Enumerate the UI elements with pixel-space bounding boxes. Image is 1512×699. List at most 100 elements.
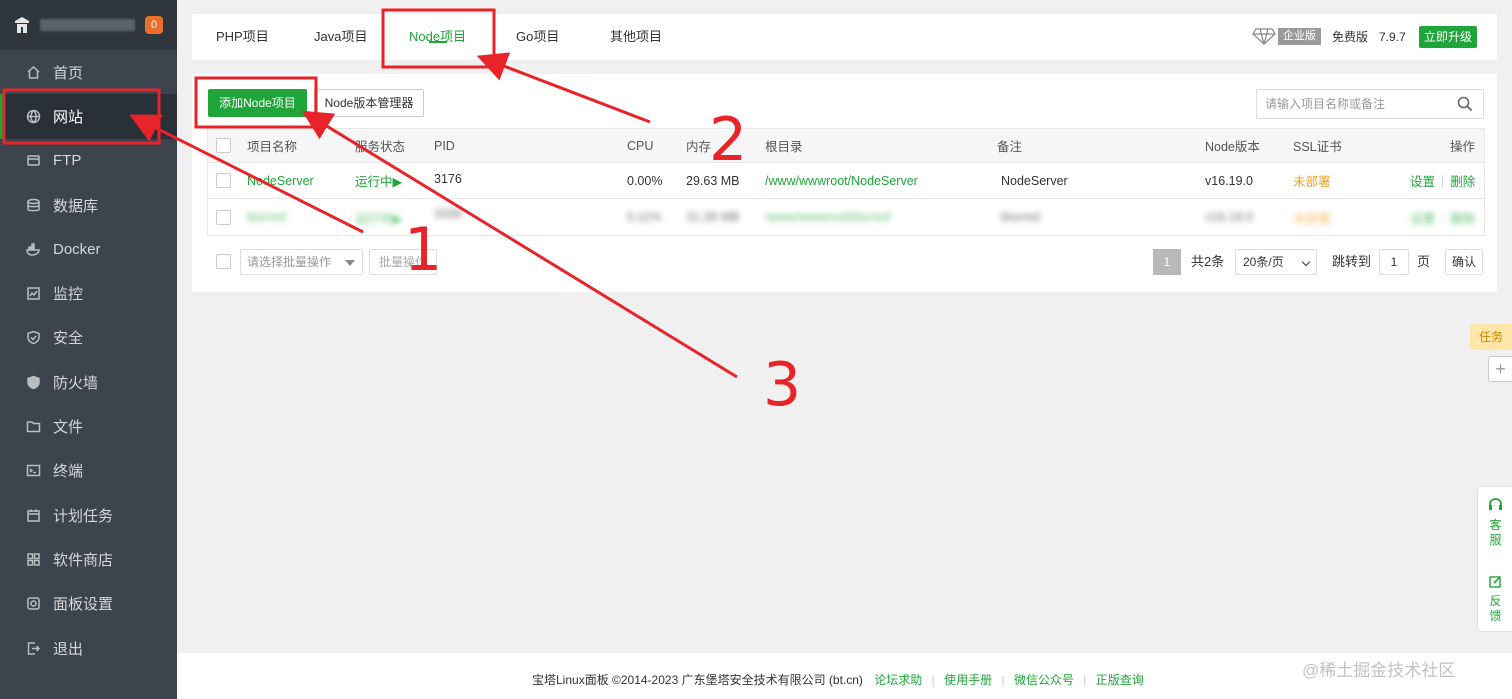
- row-checkbox[interactable]: [216, 209, 231, 225]
- pid-value: 3176: [434, 172, 462, 186]
- copyright-text: 宝塔Linux面板 ©2014-2023 广东堡塔安全技术有限公司 (bt.cn…: [532, 673, 863, 687]
- logout-icon: [26, 641, 41, 656]
- feedback-button[interactable]: 反 馈: [1478, 594, 1512, 624]
- col-name[interactable]: 项目名称: [247, 129, 297, 162]
- page-current[interactable]: 1: [1153, 249, 1181, 275]
- wechat-link[interactable]: 微信公众号: [1014, 673, 1074, 687]
- jump-confirm-button[interactable]: 确认: [1445, 249, 1483, 275]
- delete-link[interactable]: 删除: [1450, 171, 1475, 190]
- globe-icon: [26, 109, 41, 124]
- customer-service-button[interactable]: 客 服: [1478, 518, 1512, 548]
- sidebar-item-label: 计划任务: [53, 507, 114, 525]
- pid-value: 3339: [434, 207, 462, 221]
- action-separator: |: [1441, 210, 1445, 224]
- monitor-icon: [26, 286, 41, 301]
- batch-operation-select[interactable]: 请选择批量操作: [240, 249, 363, 275]
- settings-link[interactable]: 设置: [1410, 208, 1435, 227]
- support-widget: 客 服 反 馈: [1477, 486, 1512, 632]
- firewall-icon: [26, 375, 41, 390]
- headset-icon: [1489, 498, 1502, 510]
- ssl-status[interactable]: 未部署: [1293, 163, 1331, 198]
- note-value[interactable]: NodeServer: [1001, 163, 1068, 198]
- add-node-project-button[interactable]: 添加Node项目: [208, 89, 307, 117]
- total-count: 共2条: [1191, 254, 1225, 269]
- forum-link[interactable]: 论坛求助: [874, 673, 922, 687]
- docker-icon: [26, 242, 41, 257]
- batch-select-checkbox[interactable]: [216, 254, 231, 269]
- enterprise-badge[interactable]: 企业版: [1252, 27, 1321, 45]
- sidebar-item-label: 安全: [53, 330, 84, 348]
- root-dir-link[interactable]: /www/wwwroot/blurred: [765, 199, 890, 235]
- sidebar-item-website[interactable]: 网站: [0, 94, 177, 139]
- per-page-select[interactable]: 20条/页: [1235, 249, 1317, 275]
- sidebar-item-home[interactable]: 首页: [0, 50, 177, 94]
- terminal-icon: [26, 463, 41, 478]
- manual-link[interactable]: 使用手册: [944, 673, 992, 687]
- tab-other[interactable]: 其他项目: [610, 14, 662, 60]
- action-separator: |: [1441, 173, 1445, 188]
- sidebar-item-terminal[interactable]: 终端: [0, 449, 177, 493]
- search-box: [1256, 89, 1484, 119]
- feedback-icon: [1489, 576, 1501, 588]
- page-unit-label: 页: [1417, 254, 1431, 269]
- sidebar-item-label: 面板设置: [53, 596, 114, 614]
- free-edition-label: 免费版: [1332, 30, 1369, 44]
- cpu-value: 0.00%: [627, 173, 663, 188]
- tab-node[interactable]: Node项目: [409, 14, 466, 60]
- upgrade-button[interactable]: 立即升级: [1419, 26, 1477, 48]
- project-name-link[interactable]: NodeServer: [247, 163, 314, 198]
- status-running[interactable]: 运行中▶: [355, 199, 402, 235]
- settings-icon: [26, 596, 41, 611]
- tab-php[interactable]: PHP项目: [216, 14, 269, 60]
- task-tab[interactable]: 任务: [1470, 324, 1512, 350]
- bt-logo-icon: [15, 17, 29, 33]
- license-check-link[interactable]: 正版查询: [1096, 673, 1144, 687]
- col-memory: 内存: [686, 140, 712, 154]
- sidebar-item-logout[interactable]: 退出: [0, 626, 177, 670]
- select-all-checkbox[interactable]: [216, 138, 231, 153]
- sidebar-item-appstore[interactable]: 软件商店: [0, 537, 177, 581]
- sidebar-item-label: 监控: [53, 286, 84, 304]
- tab-go[interactable]: Go项目: [516, 14, 559, 60]
- add-task-icon[interactable]: +: [1488, 356, 1512, 382]
- col-ssl: SSL证书: [1293, 140, 1342, 154]
- sidebar-item-firewall[interactable]: 防火墙: [0, 360, 177, 404]
- batch-operation-button[interactable]: 批量操作: [369, 249, 437, 275]
- tab-java[interactable]: Java项目: [314, 14, 367, 60]
- note-value[interactable]: blurred: [1001, 199, 1040, 235]
- root-dir-link[interactable]: /www/wwwroot/NodeServer: [765, 163, 918, 198]
- node-version-value: v16.19.0: [1205, 210, 1253, 224]
- database-icon: [26, 198, 41, 213]
- sidebar-item-ftp[interactable]: FTP: [0, 139, 177, 183]
- server-ip-blurred: [40, 19, 135, 31]
- col-pid: PID: [434, 138, 455, 153]
- node-version-value: v16.19.0: [1205, 173, 1253, 188]
- sidebar-item-security[interactable]: 安全: [0, 316, 177, 360]
- sidebar-item-monitor[interactable]: 监控: [0, 271, 177, 315]
- col-cpu: CPU: [627, 138, 654, 153]
- settings-link[interactable]: 设置: [1410, 171, 1435, 190]
- sidebar-item-label: FTP: [53, 152, 82, 170]
- row-checkbox[interactable]: [216, 173, 231, 188]
- jump-page-input[interactable]: 1: [1379, 249, 1409, 275]
- project-name-link[interactable]: blurred: [247, 199, 286, 235]
- apps-icon: [26, 552, 41, 567]
- col-root: 根目录: [765, 140, 803, 154]
- delete-link[interactable]: 删除: [1450, 208, 1475, 227]
- notification-badge[interactable]: 0: [145, 16, 163, 34]
- memory-value: 29.63 MB: [686, 173, 740, 188]
- service-label-1: 客: [1489, 518, 1502, 532]
- sidebar-item-database[interactable]: 数据库: [0, 183, 177, 227]
- enterprise-label: 企业版: [1278, 27, 1321, 45]
- ssl-status[interactable]: 未部署: [1293, 199, 1331, 235]
- status-running[interactable]: 运行中▶: [355, 163, 402, 198]
- sidebar-item-settings[interactable]: 面板设置: [0, 582, 177, 626]
- node-version-manager-button[interactable]: Node版本管理器: [314, 89, 424, 117]
- sidebar-item-docker[interactable]: Docker: [0, 227, 177, 271]
- shield-icon: [26, 330, 41, 345]
- sidebar-item-cron[interactable]: 计划任务: [0, 493, 177, 537]
- search-input[interactable]: [1257, 90, 1447, 118]
- diamond-icon: [1252, 28, 1276, 45]
- sidebar-item-files[interactable]: 文件: [0, 404, 177, 448]
- search-icon[interactable]: [1457, 96, 1473, 112]
